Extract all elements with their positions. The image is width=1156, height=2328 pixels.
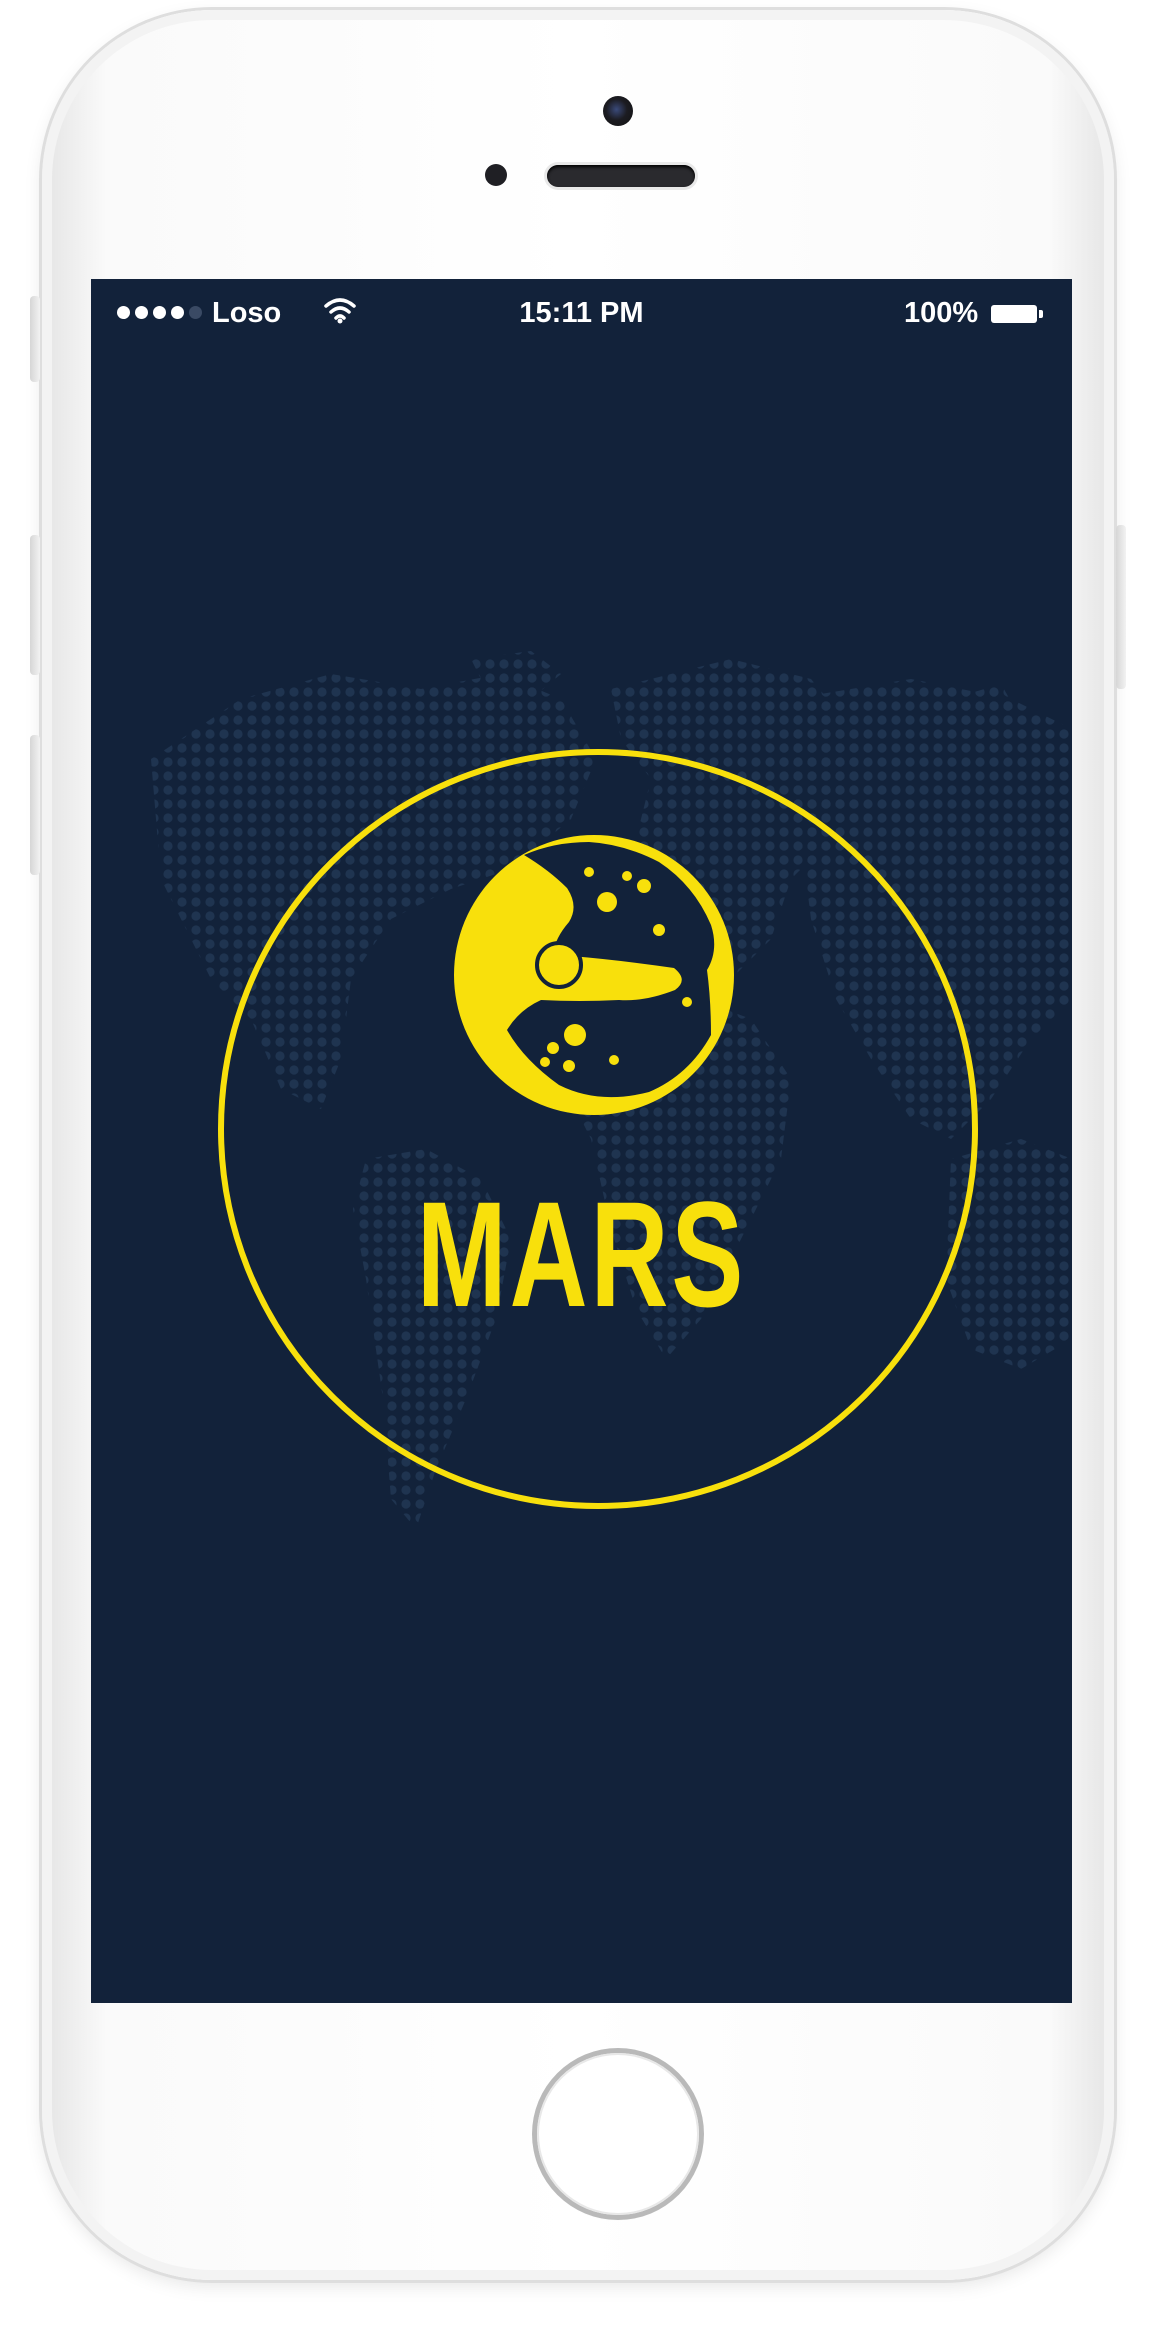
status-bar: Loso 15:11 PM 100% [91, 279, 1072, 349]
front-camera [603, 96, 633, 126]
proximity-sensor [485, 164, 507, 186]
volume-down-button [30, 735, 40, 875]
earpiece-speaker [547, 165, 695, 187]
mars-planet-icon [454, 835, 734, 1115]
power-button [1116, 525, 1126, 689]
app-screen: Loso 15:11 PM 100% MARS [91, 279, 1072, 2003]
app-title: MARS [416, 1170, 747, 1338]
battery-percentage: 100% [904, 297, 979, 329]
home-button[interactable] [537, 2053, 699, 2215]
battery-icon-tip [1039, 310, 1043, 318]
volume-up-button [30, 535, 40, 675]
mute-switch [30, 296, 40, 382]
battery-icon [991, 305, 1037, 323]
